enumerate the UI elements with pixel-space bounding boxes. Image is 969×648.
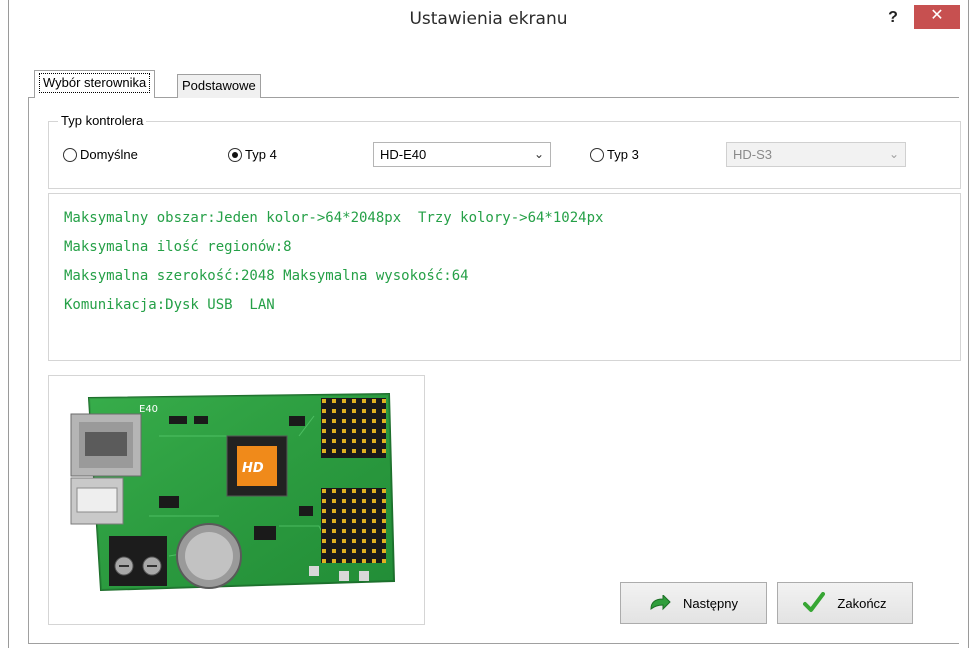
radio-type4[interactable]: Typ 4 xyxy=(228,147,277,162)
group-title: Typ kontrolera xyxy=(58,113,147,128)
close-button[interactable]: ✕ xyxy=(914,5,960,29)
radio-icon xyxy=(63,147,77,162)
checkmark-icon xyxy=(803,592,826,614)
select-value: HD-E40 xyxy=(380,147,427,162)
next-arrow-icon xyxy=(649,595,671,611)
radio-label: Domyślne xyxy=(80,147,138,162)
radio-label: Typ 3 xyxy=(607,147,639,162)
info-max-size: Maksymalna szerokość:2048 Maksymalna wys… xyxy=(64,268,469,284)
radio-default[interactable]: Domyślne xyxy=(63,147,138,162)
chevron-down-icon: ⌄ xyxy=(888,147,899,161)
chip-logo-text: HD xyxy=(242,461,264,476)
controller-image-frame: E40 HD xyxy=(48,375,425,625)
select-value: HD-S3 xyxy=(733,147,773,162)
chevron-down-icon: ⌄ xyxy=(533,147,544,161)
next-button-label: Następny xyxy=(683,595,738,611)
next-button[interactable]: Następny xyxy=(620,582,767,624)
close-icon: ✕ xyxy=(930,7,944,24)
tab-label: Wybór sterownika xyxy=(39,73,151,93)
radio-icon xyxy=(590,147,604,162)
tab-basic[interactable]: Podstawowe xyxy=(177,74,261,98)
finish-button-label: Zakończ xyxy=(837,595,887,611)
type3-model-select: HD-S3 ⌄ xyxy=(726,142,906,167)
window-title: Ustawienia ekranu xyxy=(409,9,568,29)
radio-label: Typ 4 xyxy=(245,147,277,162)
help-button[interactable]: ? xyxy=(882,8,904,28)
finish-button[interactable]: Zakończ xyxy=(777,582,913,624)
tab-controller-selection[interactable]: Wybór sterownika xyxy=(34,70,156,98)
title-bar: Ustawienia ekranu ? ✕ xyxy=(9,0,968,38)
board-model-text: E40 xyxy=(139,404,158,415)
type4-model-select[interactable]: HD-E40 ⌄ xyxy=(373,142,551,167)
info-communication: Komunikacja:Dysk USB LAN xyxy=(64,297,275,313)
info-max-area: Maksymalny obszar:Jeden kolor->64*2048px… xyxy=(64,210,604,226)
controller-board-image: E40 HD xyxy=(70,392,396,592)
controller-info-box: Maksymalny obszar:Jeden kolor->64*2048px… xyxy=(48,193,961,361)
info-max-regions: Maksymalna ilość regionów:8 xyxy=(64,239,292,255)
radio-type3[interactable]: Typ 3 xyxy=(590,147,639,162)
radio-checked-icon xyxy=(228,147,242,162)
tab-label: Podstawowe xyxy=(182,78,256,93)
